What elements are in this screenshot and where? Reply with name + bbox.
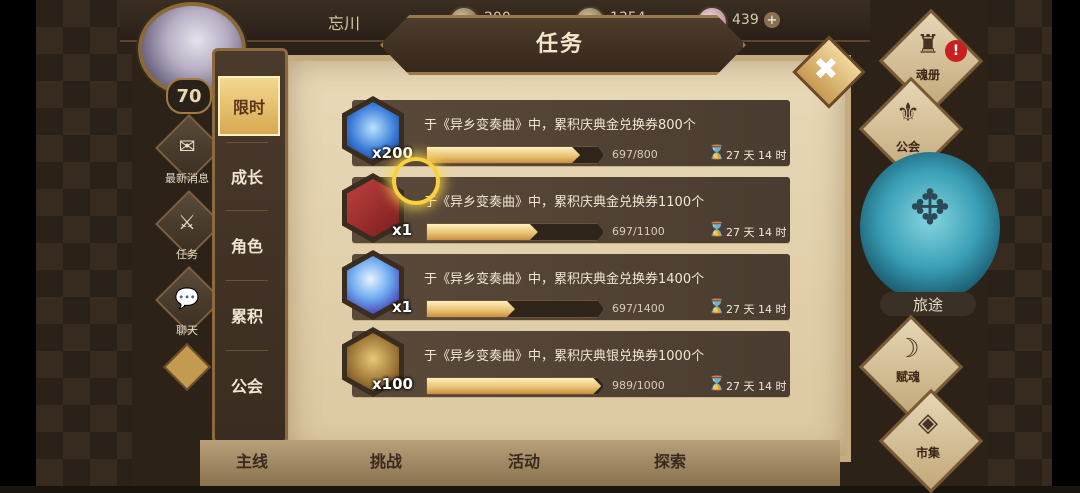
task-icon: ⚔ [178,210,196,234]
add-gem-button[interactable]: + [764,12,780,28]
news-button[interactable]: ✉ 最新消息 [155,114,223,186]
tab-growth[interactable]: 成长 [218,148,276,204]
task-description: 于《异乡变奏曲》中，累积庆典金兑换券1100个 [424,195,705,210]
news-label: 最新消息 [165,172,209,185]
tab-limited-time[interactable]: 限时 [218,76,280,136]
tap-indicator [392,157,440,205]
nav-challenge[interactable]: 挑战 [370,448,402,472]
right-screen-edge [1052,0,1080,486]
fu-hun-icon: ☽ [896,334,920,364]
market-label: 市集 [915,446,940,460]
news-icon: ✉ [178,134,196,158]
task-progress-text: 989/1000 [612,379,665,392]
task-progress-bar [426,146,604,164]
nav-events[interactable]: 活动 [508,448,540,472]
hourglass-icon: ⌛ [708,145,726,161]
chat-label: 聊天 [176,324,198,337]
left-background-pattern [36,0,132,486]
task-progress-bar [426,300,604,318]
hourglass-icon: ⌛ [708,299,726,315]
plus-icon: + [766,12,778,28]
chat-button[interactable]: 💬 聊天 [155,266,223,338]
reward-count: x100 [372,375,413,393]
panel-title: 任务 [535,32,584,57]
time-remaining: 27 天 14 时 [726,226,787,239]
task-progress-fill [427,147,580,163]
task-progress-fill [427,378,601,394]
time-remaining: 27 天 14 时 [726,380,787,393]
task-progress-bar [426,377,604,395]
task-description: 于《异乡变奏曲》中，累积庆典金兑换券800个 [424,118,696,133]
journey-icon: ✥ [909,180,951,236]
task-progress-fill [427,224,538,240]
left-screen-edge [0,0,36,486]
guild-icon: ⚜ [896,98,920,128]
hourglass-icon: ⌛ [708,376,726,392]
player-level-badge: 70 [166,78,212,114]
time-remaining: 27 天 14 时 [726,303,787,316]
alert-badge: ! [945,40,967,62]
task-progress-bar [426,223,604,241]
reward-count: x1 [392,221,413,239]
tab-divider [226,280,268,281]
reward-count: x1 [392,298,413,316]
task-description: 于《异乡变奏曲》中，累积庆典金兑换券1400个 [424,272,705,287]
nav-explore[interactable]: 探索 [654,448,686,472]
task-progress-text: 697/800 [612,148,658,161]
nav-main-story[interactable]: 主线 [236,448,268,472]
hourglass-icon: ⌛ [708,222,726,238]
close-icon[interactable]: ✖ [803,46,849,92]
chat-icon: 💬 [174,286,200,310]
tab-divider [226,210,268,211]
task-progress-text: 697/1100 [612,225,665,238]
journey-label: 旅途 [880,292,976,316]
task-progress-text: 697/1400 [612,302,665,315]
time-remaining: 27 天 14 时 [726,149,787,162]
tab-guild[interactable]: 公会 [218,357,276,413]
task-progress-fill [427,301,515,317]
tab-divider [226,142,268,143]
tab-divider [226,350,268,351]
player-name: 忘川 [328,14,361,33]
tasks-label: 任务 [176,248,198,261]
fu-hun-label: 赋魂 [895,370,920,384]
tab-character[interactable]: 角色 [218,217,276,273]
tab-accumulate[interactable]: 累积 [218,287,276,343]
market-icon: ◈ [918,408,938,438]
task-description: 于《异乡变奏曲》中，累积庆典银兑换券1000个 [424,349,705,364]
soul-book-label: 魂册 [915,68,940,82]
tasks-button[interactable]: ⚔ 任务 [155,190,223,262]
